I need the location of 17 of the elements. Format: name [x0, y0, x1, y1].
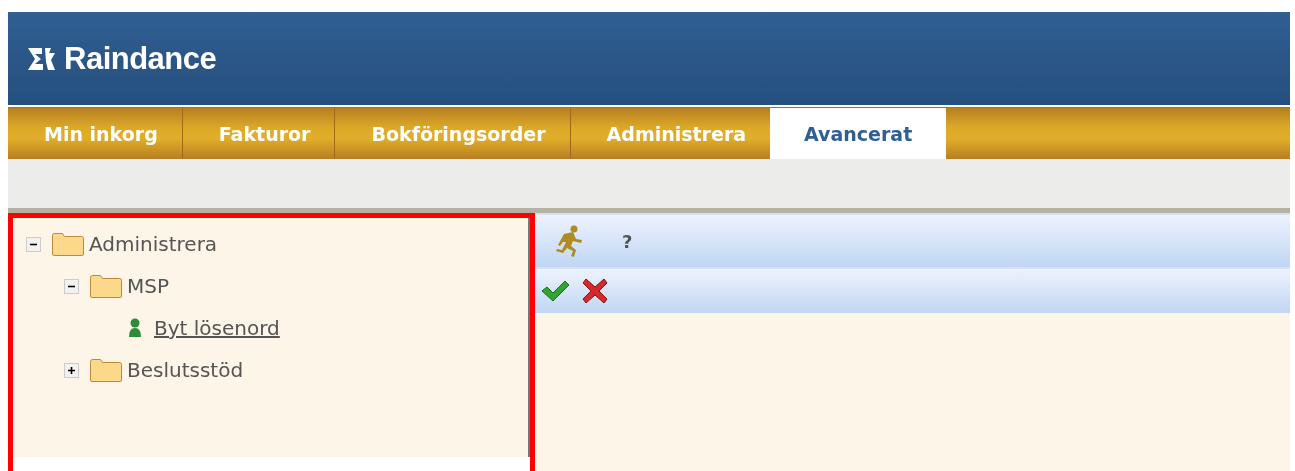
logo-text: Raindance: [64, 40, 217, 77]
user-icon: [128, 318, 142, 338]
checkmark-icon[interactable]: [540, 279, 570, 303]
toggle-icon[interactable]: [64, 362, 79, 378]
help-button[interactable]: ?: [622, 230, 633, 252]
tab[interactable]: Avancerat: [770, 108, 947, 159]
tree-item[interactable]: MSP: [127, 274, 169, 298]
folder-icon: [89, 357, 123, 383]
link[interactable]: Byt lösenord: [154, 316, 280, 340]
toggle-icon[interactable]: [26, 236, 41, 252]
tree-item[interactable]: Beslutsstöd: [127, 358, 244, 382]
folder-icon: [89, 273, 123, 299]
close-icon[interactable]: [582, 278, 608, 304]
tree-item[interactable]: Administrera: [89, 232, 218, 256]
folder-icon: [51, 231, 85, 257]
toggle-icon[interactable]: [64, 278, 79, 294]
running-figure-icon[interactable]: [554, 224, 584, 258]
